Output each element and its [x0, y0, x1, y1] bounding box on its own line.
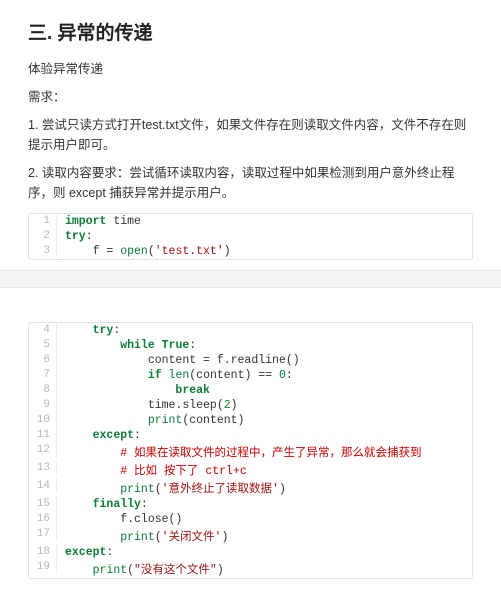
line-number: 15 — [29, 497, 57, 511]
line-code: try: — [57, 323, 472, 338]
line-number: 7 — [29, 368, 57, 382]
line-code: try: — [57, 229, 472, 244]
code-line: 4 try: — [29, 323, 472, 338]
code-block-2: 4 try:5 while True:6 content = f.readlin… — [28, 322, 473, 579]
line-code: except: — [57, 428, 472, 443]
code-block-1: 1import time2try:3 f = open('test.txt') — [28, 213, 473, 260]
line-code: print('意外终止了读取数据') — [57, 479, 472, 497]
line-code: while True: — [57, 338, 472, 353]
line-code: except: — [57, 545, 472, 560]
line-code: # 比如 按下了 ctrl+c — [57, 461, 472, 479]
line-number: 1 — [29, 214, 57, 228]
code-line: 7 if len(content) == 0: — [29, 368, 472, 383]
code-line: 12 # 如果在读取文件的过程中，产生了异常，那么就会捕获到 — [29, 443, 472, 461]
line-number: 17 — [29, 527, 57, 541]
code-line: 14 print('意外终止了读取数据') — [29, 479, 472, 497]
line-number: 9 — [29, 398, 57, 412]
line-code: print('关闭文件') — [57, 527, 472, 545]
intro-line: 1. 尝试只读方式打开test.txt文件，如果文件存在则读取文件内容，文件不存… — [28, 115, 473, 155]
code-line: 1import time — [29, 214, 472, 229]
intro-line: 2. 读取内容要求：尝试循环读取内容，读取过程中如果检测到用户意外终止程序，则 … — [28, 163, 473, 203]
intro-line: 体验异常传递 — [28, 59, 473, 79]
line-code: content = f.readline() — [57, 353, 472, 368]
line-code: finally: — [57, 497, 472, 512]
line-number: 10 — [29, 413, 57, 427]
line-number: 2 — [29, 229, 57, 243]
spacer — [28, 288, 473, 312]
line-code: f = open('test.txt') — [57, 244, 472, 259]
line-number: 4 — [29, 323, 57, 337]
code-line: 10 print(content) — [29, 413, 472, 428]
line-code: # 如果在读取文件的过程中，产生了异常，那么就会捕获到 — [57, 443, 472, 461]
code-line: 13 # 比如 按下了 ctrl+c — [29, 461, 472, 479]
line-code: print("没有这个文件") — [57, 560, 472, 578]
line-number: 6 — [29, 353, 57, 367]
line-code: f.close() — [57, 512, 472, 527]
code-line: 5 while True: — [29, 338, 472, 353]
line-number: 5 — [29, 338, 57, 352]
code-line: 19 print("没有这个文件") — [29, 560, 472, 578]
code-line: 11 except: — [29, 428, 472, 443]
code-line: 18except: — [29, 545, 472, 560]
line-code: import time — [57, 214, 472, 229]
line-code: time.sleep(2) — [57, 398, 472, 413]
code-line: 3 f = open('test.txt') — [29, 244, 472, 259]
line-code: if len(content) == 0: — [57, 368, 472, 383]
line-code: print(content) — [57, 413, 472, 428]
line-number: 8 — [29, 383, 57, 397]
code-line: 9 time.sleep(2) — [29, 398, 472, 413]
line-number: 12 — [29, 443, 57, 457]
page-gap — [0, 270, 501, 288]
line-number: 18 — [29, 545, 57, 559]
document-page: 三. 异常的传递 体验异常传递需求： 1. 尝试只读方式打开test.txt文件，… — [0, 0, 501, 599]
code-line: 16 f.close() — [29, 512, 472, 527]
line-code: break — [57, 383, 472, 398]
code-line: 6 content = f.readline() — [29, 353, 472, 368]
line-number: 11 — [29, 428, 57, 442]
code-line: 2try: — [29, 229, 472, 244]
intro-block: 体验异常传递需求： 1. 尝试只读方式打开test.txt文件，如果文件存在则读取… — [28, 59, 473, 203]
intro-line: 需求： — [28, 87, 473, 107]
line-number: 16 — [29, 512, 57, 526]
code-line: 15 finally: — [29, 497, 472, 512]
line-number: 13 — [29, 461, 57, 475]
line-number: 19 — [29, 560, 57, 574]
line-number: 14 — [29, 479, 57, 493]
code-line: 17 print('关闭文件') — [29, 527, 472, 545]
code-line: 8 break — [29, 383, 472, 398]
line-number: 3 — [29, 244, 57, 258]
section-heading: 三. 异常的传递 — [28, 18, 473, 45]
